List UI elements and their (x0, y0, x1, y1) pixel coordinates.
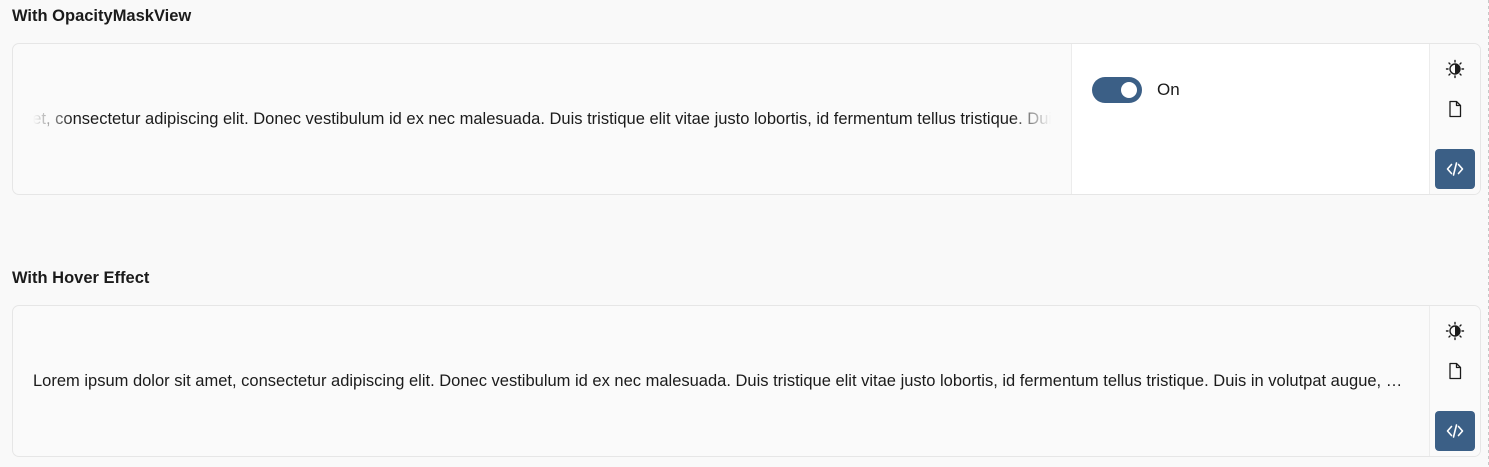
document-icon (1449, 362, 1462, 380)
preview-area: Lorem ipsum dolor sit amet, consectetur … (13, 44, 1071, 194)
section-title-opacity-mask: With OpacityMaskView (12, 7, 192, 25)
section-title-hover-effect: With Hover Effect (12, 269, 150, 287)
preview-area: Lorem ipsum dolor sit amet, consectetur … (13, 306, 1430, 456)
sample-toolbar (1429, 44, 1480, 194)
code-icon (1446, 162, 1464, 176)
document-button[interactable] (1435, 89, 1475, 129)
marquee-container: Lorem ipsum dolor sit amet, consectetur … (33, 109, 1051, 129)
options-panel: On (1071, 44, 1430, 194)
theme-toggle-icon (1445, 59, 1465, 79)
document-button[interactable] (1435, 351, 1475, 391)
code-button[interactable] (1435, 149, 1475, 189)
theme-toggle-button[interactable] (1435, 49, 1475, 89)
marquee-text: Lorem ipsum dolor sit amet, consectetur … (33, 109, 1051, 128)
toggle-switch[interactable] (1092, 77, 1142, 103)
theme-toggle-icon (1445, 321, 1465, 341)
code-button[interactable] (1435, 411, 1475, 451)
document-icon (1449, 100, 1462, 118)
page: With OpacityMaskView Lorem ipsum dolor s… (0, 0, 1489, 467)
toggle-knob (1121, 82, 1137, 98)
code-icon (1446, 424, 1464, 438)
toggle-label: On (1157, 80, 1180, 99)
opacity-mask-toggle[interactable]: On (1092, 77, 1180, 103)
sample-card-hover-effect: Lorem ipsum dolor sit amet, consectetur … (12, 305, 1481, 457)
theme-toggle-button[interactable] (1435, 311, 1475, 351)
sample-toolbar (1429, 306, 1480, 456)
sample-card-opacity-mask: Lorem ipsum dolor sit amet, consectetur … (12, 43, 1481, 195)
hover-marquee-text[interactable]: Lorem ipsum dolor sit amet, consectetur … (33, 372, 1410, 391)
